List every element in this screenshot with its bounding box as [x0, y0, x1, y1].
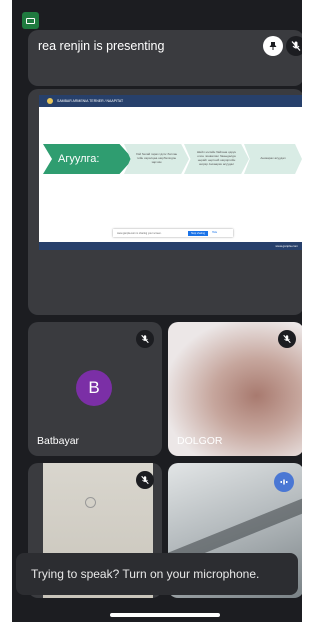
mic-off-icon	[291, 41, 301, 51]
slide-header-text: SAMBAR ARMENIA TERNER / NAAPITAT	[57, 99, 124, 103]
camera-lens-shape	[85, 497, 96, 508]
home-indicator[interactable]	[110, 613, 220, 617]
toast-text: Trying to speak? Turn on your microphone…	[31, 567, 260, 581]
microphone-toast: Trying to speak? Turn on your microphone…	[16, 553, 298, 595]
slide-logo-icon	[47, 98, 53, 104]
screen-share-notice: www.gsnpla.com is sharing your screen. S…	[113, 229, 233, 237]
screen-share-notice-text: www.gsnpla.com is sharing your screen.	[117, 231, 162, 235]
slide-main-arrow: Агуулга:	[43, 144, 133, 174]
presentation-banner: rea renjin is presenting	[28, 30, 302, 86]
slide-chevron-3: Анхаарах асуудал	[244, 144, 302, 174]
mic-off-icon	[141, 334, 149, 344]
mic-off-icon	[141, 475, 149, 485]
shared-screen-tile[interactable]: SAMBAR ARMENIA TERNER / NAAPITAT Агуулга…	[28, 89, 302, 315]
participant-mute-indicator	[136, 330, 154, 348]
slide-body: Агуулга: Хэй белай гараз тдлэг батлан ти…	[39, 107, 302, 242]
presenting-label: rea renjin is presenting	[38, 39, 165, 53]
participant-name: DOLGOR	[177, 435, 223, 447]
mic-off-icon	[283, 334, 291, 344]
slide-chevron-2: Шейл нэлэйн байгана цэрүн олон чинвалинг…	[184, 144, 249, 174]
pin-icon	[269, 42, 277, 50]
slide-chevron-1: Хэй белай гараз тдлэг батлан тийн харилц…	[124, 144, 189, 174]
participant-tile-batbayar[interactable]: B Batbayar	[28, 322, 162, 456]
screen-share-status-icon	[22, 12, 39, 29]
avatar: B	[76, 370, 112, 406]
participant-mute-indicator	[278, 330, 296, 348]
participant-name: Batbayar	[37, 435, 80, 447]
meeting-screen: rea renjin is presenting SAMBAR ARMENIA …	[12, 0, 302, 622]
pin-button[interactable]	[263, 36, 283, 56]
audio-wave-icon	[280, 479, 288, 485]
slide-footer: www.gsnpla.com	[39, 242, 302, 250]
slide-footer-url: www.gsnpla.com	[275, 244, 298, 248]
slide-header: SAMBAR ARMENIA TERNER / NAAPITAT	[39, 95, 302, 107]
hide-button: Hide	[212, 231, 218, 234]
stop-sharing-button: Stop sharing	[188, 230, 208, 236]
participant-mute-indicator	[136, 471, 154, 489]
presenter-mute-indicator	[286, 36, 302, 56]
speaking-indicator	[274, 472, 294, 492]
shared-slide: SAMBAR ARMENIA TERNER / NAAPITAT Агуулга…	[39, 95, 302, 250]
participant-tile-dolgor[interactable]: DOLGOR	[168, 322, 302, 456]
